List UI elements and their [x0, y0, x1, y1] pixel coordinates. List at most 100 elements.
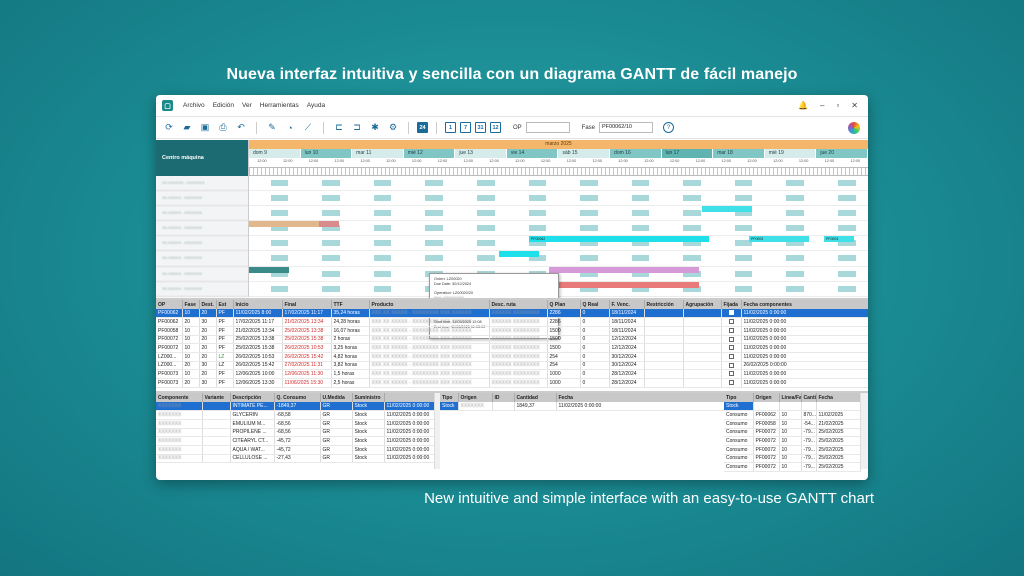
column-header[interactable]: Fijada — [721, 300, 742, 309]
menu-ayuda[interactable]: Ayuda — [307, 102, 325, 109]
operation-bar[interactable]: PF0003 — [824, 236, 854, 243]
fixed-checkbox[interactable] — [728, 371, 734, 377]
zoom-31-button[interactable]: 31 — [475, 122, 486, 133]
menu-ver[interactable]: Ver — [242, 102, 252, 109]
fixed-cell[interactable] — [721, 369, 742, 379]
table-row[interactable]: PF00062 10 20 PF 11/02/2025 8:00 17/02/2025 1… — [156, 309, 868, 319]
column-header[interactable]: U.Medida — [320, 393, 353, 402]
column-header[interactable]: Fecha — [556, 393, 725, 402]
fixed-checkbox[interactable] — [728, 380, 734, 386]
column-header[interactable]: Variante — [202, 393, 231, 402]
machine-row[interactable]: XX-XXXXX - XXXXXXX — [156, 191, 248, 207]
line-chart-icon[interactable]: ⟋ — [301, 121, 315, 135]
fixed-cell[interactable] — [721, 343, 742, 353]
table-row[interactable]: LZ000... 10 20 LZ 26/02/2025 10:53 26/02/2025… — [156, 352, 868, 362]
table-row[interactable]: Consumo PF00072 10 -79... 25/02/2025 — [724, 454, 861, 464]
fixed-cell[interactable] — [721, 361, 742, 371]
table-row[interactable]: Consumo PF00062 10 870... 11/02/2025 — [724, 410, 861, 420]
gantt-lane[interactable]: PF00062 PF0003 PF0003 — [249, 236, 868, 252]
zoom-1-button[interactable]: 1 — [445, 122, 456, 133]
close-icon[interactable]: ✕ — [851, 101, 858, 110]
fixed-checkbox[interactable] — [728, 353, 734, 359]
column-header[interactable]: Tipo — [724, 393, 754, 402]
open-folder-icon[interactable]: ▰ — [180, 121, 194, 135]
fixed-checkbox[interactable] — [728, 319, 734, 325]
table-row[interactable]: Consumo PF00072 10 -79... 25/02/2025 — [724, 436, 861, 446]
column-header[interactable]: Línea/Fa — [779, 393, 802, 402]
table-row[interactable]: XXXXXXX PROPILENE ... -68,56 GR Stock 11/02/2… — [156, 428, 435, 438]
column-header[interactable]: Origen — [458, 393, 493, 402]
table-row[interactable]: XXXXXXX GLYCERIN -68,58 GR Stock 11/02/2025 0… — [156, 410, 435, 420]
refresh-icon[interactable]: ⟳ — [162, 121, 176, 135]
operation-bar[interactable] — [549, 266, 699, 273]
table-row[interactable]: Consumo PF00072 10 -79... 25/02/2025 — [724, 462, 861, 472]
column-header[interactable]: F. Venc. — [609, 300, 645, 309]
menu-archivo[interactable]: Archivo — [183, 102, 205, 109]
minimize-icon[interactable]: – — [820, 101, 824, 110]
print-icon[interactable]: ⎙ — [216, 121, 230, 135]
gantt-lane[interactable] — [249, 191, 868, 207]
table-row[interactable]: XXXXXXX AQUA / WAT... -45,72 GR Stock 11/02/2… — [156, 445, 435, 455]
fixed-cell[interactable] — [721, 352, 742, 362]
maximize-icon[interactable]: ▫ — [836, 101, 839, 110]
gantt-lane[interactable] — [249, 221, 868, 237]
column-header[interactable]: Q Real — [580, 300, 610, 309]
column-header[interactable]: Fecha componentes — [741, 300, 868, 309]
table-row[interactable]: Stock — [724, 402, 861, 412]
gantt-lane[interactable] — [249, 206, 868, 222]
table-row[interactable]: PF00062 20 30 PF 17/02/2025 11:17 21/02/2025 … — [156, 317, 868, 327]
save-icon[interactable]: ▣ — [198, 121, 212, 135]
palette-icon[interactable]: ◔ — [283, 121, 297, 135]
column-header[interactable]: Fecha — [816, 393, 861, 402]
gantt-lane[interactable] — [249, 251, 868, 267]
column-header[interactable]: Tipo — [440, 393, 459, 402]
operation-bar[interactable] — [702, 206, 752, 213]
menu-edicion[interactable]: Edición — [213, 102, 234, 109]
table-row[interactable]: PF00072 10 20 PF 25/02/2025 15:38 26/02/2025 … — [156, 343, 868, 353]
column-header[interactable]: Componente — [156, 393, 203, 402]
operation-bar[interactable] — [249, 266, 289, 273]
column-header[interactable]: Inicio — [233, 300, 283, 309]
column-header[interactable]: ID — [492, 393, 515, 402]
operation-bar[interactable]: PF0003 — [749, 236, 809, 243]
fixed-checkbox[interactable] — [728, 362, 734, 368]
fixed-cell[interactable] — [721, 326, 742, 336]
column-header[interactable]: Fase — [182, 300, 200, 309]
machine-row[interactable]: XX-XXXXX - XXXXXXX — [156, 251, 248, 267]
fixed-checkbox[interactable] — [728, 327, 734, 333]
table-row[interactable]: LZ000... 20 30 LZ 26/02/2025 15:42 27/02/2025… — [156, 361, 868, 371]
bell-icon[interactable]: 🔔 — [798, 101, 808, 110]
table-row[interactable]: XXXXXXX CELLULOSE ... -27,43 GR Stock 11/02/2… — [156, 454, 435, 464]
operation-bar[interactable] — [499, 251, 539, 258]
zoom-24-button[interactable]: 24 — [417, 122, 428, 133]
align-left-icon[interactable]: ⊏ — [332, 121, 346, 135]
column-header[interactable]: Final — [282, 300, 332, 309]
column-header[interactable]: Canti — [801, 393, 817, 402]
fixed-cell[interactable] — [721, 317, 742, 327]
table-row[interactable]: PF00073 10 20 PF 12/06/2025 10:00 12/06/2025 … — [156, 369, 868, 379]
column-header[interactable]: Restricción — [644, 300, 684, 309]
column-header[interactable]: Agrupación — [683, 300, 722, 309]
fixed-cell[interactable] — [721, 335, 742, 345]
machine-row[interactable]: XX-XXXXX - XXXXXXX — [156, 221, 248, 237]
machine-row[interactable]: XX-XXXXX - XXXXXXX — [156, 282, 248, 297]
table-row[interactable]: XXXXXXX EMULIUM M... -68,56 GR Stock 11/02/20… — [156, 419, 435, 429]
operation-bar[interactable] — [319, 221, 339, 228]
zoom-12-button[interactable]: 12 — [490, 122, 501, 133]
help-icon[interactable]: ? — [663, 122, 675, 133]
table-row[interactable]: Stock XXXXXXX 1849,37 11/02/2025 0:00:00 — [440, 402, 725, 412]
gantt-lane[interactable] — [249, 176, 868, 192]
table-row[interactable]: Consumo PF00058 10 -54... 21/02/2025 — [724, 419, 861, 429]
magic-wand-icon[interactable]: ✱ — [368, 121, 382, 135]
table-row[interactable]: PF00073 20 30 PF 12/06/2025 13:30 11/06/2025 … — [156, 378, 868, 388]
operation-bar[interactable] — [549, 281, 699, 288]
column-header[interactable]: Q Plan — [547, 300, 581, 309]
table-row[interactable]: XXXXXXX INTIMATE PE... -1849,37 GR Stock 11/0… — [156, 402, 435, 412]
column-header[interactable]: Descripción — [230, 393, 275, 402]
edit-icon[interactable]: ✎ — [265, 121, 279, 135]
table-row[interactable]: XXXXXXX CITEARYL CT... -45,72 GR Stock 11/02/… — [156, 436, 435, 446]
operation-bar[interactable]: PF00062 — [529, 236, 709, 243]
table-row[interactable]: Consumo PF00072 10 -79... 25/02/2025 — [724, 428, 861, 438]
table-row[interactable]: Consumo PF00072 10 -79... 25/02/2025 — [724, 445, 861, 455]
column-header[interactable]: OP — [156, 300, 183, 309]
